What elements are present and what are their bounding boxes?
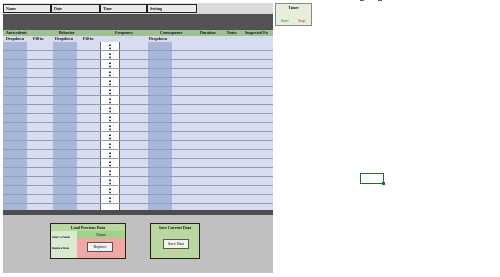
table-row[interactable] (3, 51, 273, 60)
table-row[interactable] (3, 105, 273, 114)
selected-cell[interactable] (360, 173, 385, 185)
name-select[interactable]: Name (77, 231, 125, 238)
table-row[interactable] (3, 78, 273, 87)
table-row[interactable] (3, 123, 273, 132)
table-row[interactable] (3, 141, 273, 150)
table-row[interactable] (3, 114, 273, 123)
table-row[interactable] (3, 69, 273, 78)
save-current-data-panel: Save Current Data Save Data (150, 223, 200, 259)
time-field[interactable]: Time (100, 4, 147, 13)
table-row[interactable] (3, 168, 273, 177)
replace-data-label: Replace Data (52, 246, 70, 250)
timer-title: Timer (288, 5, 299, 10)
select-name-label: Select a Name (52, 235, 70, 239)
setting-field[interactable]: Setting (147, 4, 197, 13)
table-row[interactable] (3, 150, 273, 159)
save-panel-title: Save Current Data (158, 225, 192, 230)
table-row[interactable] (3, 186, 273, 195)
timer-panel: Timer Start Stop (275, 3, 312, 26)
save-data-button[interactable]: Save Data (163, 239, 189, 249)
replace-button[interactable]: Replace (87, 242, 113, 252)
timer-start-button[interactable]: Start (281, 18, 289, 23)
timer-stop-button[interactable]: Stop (298, 18, 305, 23)
table-row[interactable] (3, 96, 273, 105)
table-row[interactable] (3, 60, 273, 69)
data-grid: ▲ ▼ ▲ ▼ ▲ ▼ ▲ ▼ ▲ ▼ ▲ ▼ ▲ ▼ ▲ ▼ ▲ ▼ ▲ ▼ ▲ ▼ ▲ ▼ ▲ ▼ ▲ ▼ ▲ ▼ ▲ ▼ ▲ ▼ ▲ ▼ (3, 42, 273, 210)
table-row[interactable] (3, 42, 273, 51)
header-divider-bar (3, 14, 273, 30)
table-row[interactable] (3, 177, 273, 186)
load-previous-data-panel: Load Previous Data Select a Name Name Re… (50, 223, 126, 259)
table-row[interactable] (3, 87, 273, 96)
date-field[interactable]: Date (51, 4, 100, 13)
green-mark (360, 0, 364, 1)
table-row[interactable] (3, 132, 273, 141)
name-field[interactable]: Name (3, 4, 51, 13)
data-sheet: Name Date Time Setting Antecedents Behav… (3, 3, 273, 273)
table-row[interactable] (3, 195, 273, 204)
info-header: Name Date Time Setting (3, 3, 273, 14)
table-row[interactable] (3, 159, 273, 168)
fill-handle[interactable] (382, 182, 385, 185)
controls-area: Load Previous Data Select a Name Name Re… (3, 215, 273, 273)
green-mark (378, 0, 382, 1)
load-panel-title: Load Previous Data (71, 225, 105, 230)
